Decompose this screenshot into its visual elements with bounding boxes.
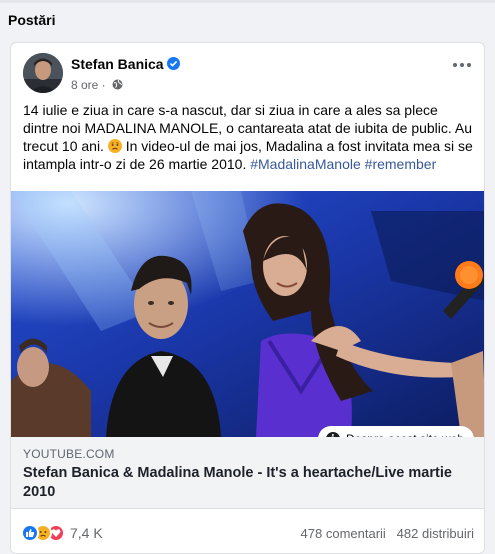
comments-count[interactable]: 478 comentarii [301, 526, 386, 541]
post-meta: 8 ore · [71, 78, 123, 92]
link-domain: YOUTUBE.COM [23, 447, 115, 461]
link-preview[interactable]: YOUTUBE.COM Stefan Banica & Madalina Man… [11, 437, 484, 509]
sad-face-emoji-icon [107, 139, 122, 153]
post-time[interactable]: 8 ore · [71, 78, 106, 92]
reactions-count[interactable]: 7,4 K [70, 525, 103, 541]
hashtag-link[interactable]: #MadalinaManole [250, 156, 361, 172]
author-name[interactable]: Stefan Banica [71, 56, 180, 72]
reactions-summary[interactable]: 7,4 K [21, 523, 103, 543]
post-card: Stefan Banica 8 ore · 14 iulie e ziua in… [10, 42, 485, 554]
shares-count[interactable]: 482 distribuiri [397, 526, 474, 541]
avatar[interactable] [23, 53, 63, 93]
post-text: 14 iulie e ziua in care s-a nascut, dar … [23, 101, 475, 173]
more-dot-icon [460, 63, 464, 67]
post-footer: 7,4 K 478 comentarii 482 distribuiri [11, 511, 484, 553]
verified-badge-icon [166, 57, 180, 70]
like-reaction-icon [21, 524, 39, 542]
video-thumbnail[interactable] [11, 191, 484, 437]
more-options-button[interactable] [450, 53, 474, 77]
post-header: Stefan Banica 8 ore · [11, 43, 484, 99]
hashtag-link[interactable]: #remember [365, 156, 437, 172]
more-dot-icon [467, 63, 471, 67]
more-dot-icon [453, 63, 457, 67]
section-title: Postări [8, 12, 56, 28]
post-stats: 478 comentarii 482 distribuiri [301, 526, 474, 541]
link-title[interactable]: Stefan Banica & Madalina Manole - It's a… [23, 464, 473, 502]
top-divider [0, 0, 495, 3]
globe-icon [112, 79, 123, 90]
author-name-label[interactable]: Stefan Banica [71, 56, 164, 72]
